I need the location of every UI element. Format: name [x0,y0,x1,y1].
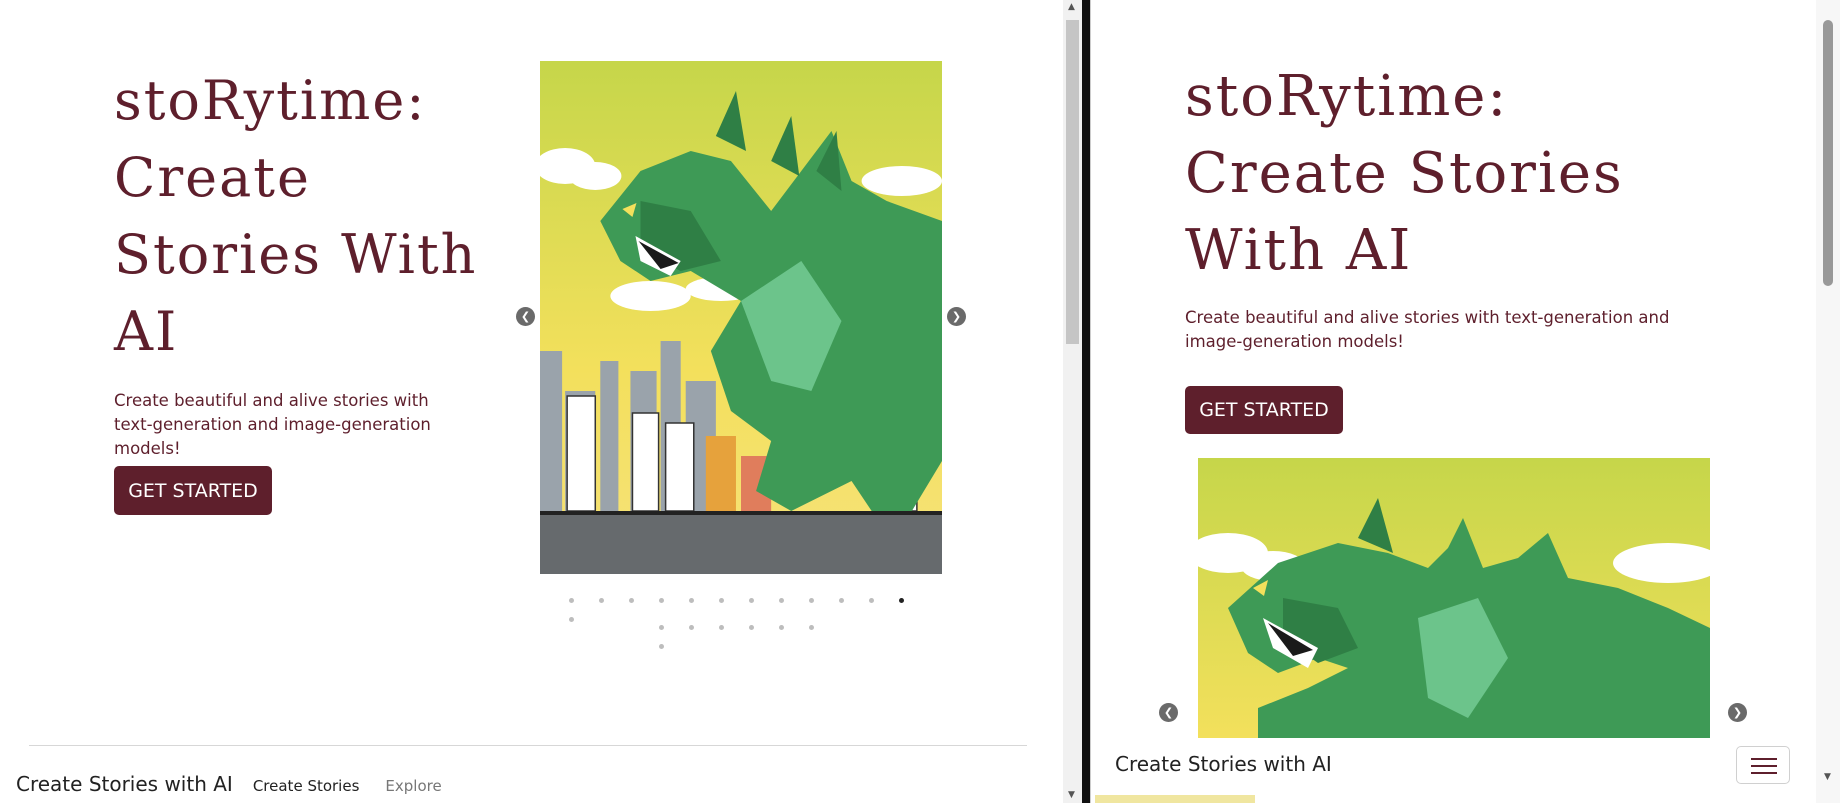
carousel-indicator[interactable] [688,625,694,630]
chevron-left-icon: ❮ [1163,706,1174,719]
divider [29,745,1027,746]
hamburger-menu-icon [1751,758,1777,760]
left-scrollbar[interactable]: ▲ ▼ [1063,0,1082,803]
chevron-right-icon: ❯ [951,310,962,323]
nav-link-create-stories[interactable]: Create Stories [253,777,360,795]
status-bar [1090,795,1817,803]
carousel-indicator[interactable] [868,598,874,603]
right-scrollbar[interactable]: ▼ [1816,0,1840,803]
carousel-indicator[interactable] [808,625,814,630]
carousel-indicator[interactable] [688,598,694,603]
scrollbar-thumb[interactable] [1066,20,1079,344]
chevron-right-icon: ❯ [1732,706,1743,719]
hero-subtitle: Create beautiful and alive stories with … [114,391,431,458]
dinosaur-illustration [540,61,942,574]
hamburger-menu-icon-bar [1751,765,1777,767]
dinosaur-illustration [1198,458,1710,738]
carousel-indicator[interactable] [808,598,814,603]
mobile-navbar: Create Stories with AI [1090,738,1817,795]
carousel-next-button[interactable]: ❯ [947,307,966,326]
hero-title-line1: stoRytime: [1185,64,1509,129]
carousel-prev-button[interactable]: ❮ [1159,703,1178,722]
navbar-brand[interactable]: Create Stories with AI [1115,752,1332,776]
nav-link-explore[interactable]: Explore [385,777,441,795]
bottom-navbar: Create Stories with AI Create Stories Ex… [16,772,468,796]
get-started-button[interactable]: GET STARTED [1185,386,1343,434]
carousel-image [1198,458,1710,738]
carousel-indicator[interactable] [748,598,754,603]
hamburger-menu-icon-bar [1751,772,1777,774]
carousel-indicator-active[interactable] [898,598,904,603]
scroll-up-icon[interactable]: ▲ [1068,2,1075,12]
desktop-view: stoRytime: Create Stories With AI Create… [0,0,1063,803]
mobile-view: stoRytime: Create Stories With AI Create… [1090,0,1817,738]
carousel-indicator[interactable] [718,598,724,603]
carousel-indicator[interactable] [718,625,724,630]
hero-title: stoRytime: Create Stories With AI [114,62,514,370]
carousel-indicator[interactable] [598,598,604,603]
hero-subtitle: Create beautiful and alive stories with … [1185,308,1670,351]
navbar-toggler-button[interactable] [1736,746,1790,784]
scroll-down-icon[interactable]: ▼ [1824,772,1831,782]
pane-divider[interactable] [1082,0,1090,803]
carousel-indicator[interactable] [568,617,574,622]
carousel-indicator[interactable] [658,644,664,649]
navbar-brand[interactable]: Create Stories with AI [16,772,233,796]
carousel-next-button[interactable]: ❯ [1728,703,1747,722]
carousel-indicator[interactable] [748,625,754,630]
carousel-indicator[interactable] [658,598,664,603]
carousel-indicators-row2 [646,615,836,653]
hero-title-line1: stoRytime: [114,69,427,132]
carousel-indicator[interactable] [838,598,844,603]
carousel-indicator[interactable] [778,625,784,630]
hero-title-line2: Create Stories With AI [114,146,478,363]
scroll-down-icon[interactable]: ▼ [1068,790,1075,800]
hero-title-line2: Create Stories With AI [1185,141,1624,283]
tab-strip [1095,795,1255,803]
chevron-left-icon: ❮ [520,310,531,323]
carousel-indicator[interactable] [778,598,784,603]
scrollbar-thumb[interactable] [1823,20,1833,286]
carousel-indicator[interactable] [628,598,634,603]
hero-title: stoRytime: Create Stories With AI [1185,58,1705,289]
carousel-image [540,61,942,574]
get-started-button[interactable]: GET STARTED [114,466,272,515]
carousel-prev-button[interactable]: ❮ [516,307,535,326]
carousel-indicator[interactable] [568,598,574,603]
carousel-indicator[interactable] [658,625,664,630]
